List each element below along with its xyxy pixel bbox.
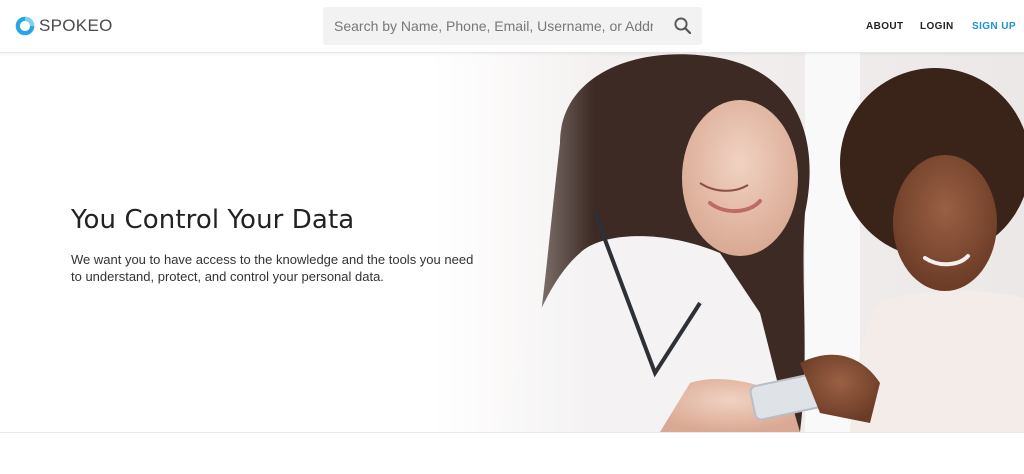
search-bar <box>323 7 702 45</box>
hero-banner: You Control Your Data We want you to hav… <box>0 53 1024 432</box>
section-divider <box>0 432 1024 433</box>
site-header: SPOKEO ABOUT LOGIN SIGN UP <box>0 0 1024 53</box>
spokeo-logo[interactable]: SPOKEO <box>15 15 113 37</box>
search-icon[interactable] <box>673 16 693 36</box>
hero-title: You Control Your Data <box>71 205 355 235</box>
hero-image <box>0 53 1024 432</box>
search-input[interactable] <box>323 7 653 45</box>
logo-text: SPOKEO <box>39 16 113 35</box>
nav-about-link[interactable]: ABOUT <box>866 21 904 32</box>
nav-signup-link[interactable]: SIGN UP <box>972 21 1016 32</box>
hero-description: We want you to have access to the knowle… <box>71 252 474 284</box>
nav-login-link[interactable]: LOGIN <box>920 21 954 32</box>
spokeo-logo-icon <box>15 16 35 36</box>
